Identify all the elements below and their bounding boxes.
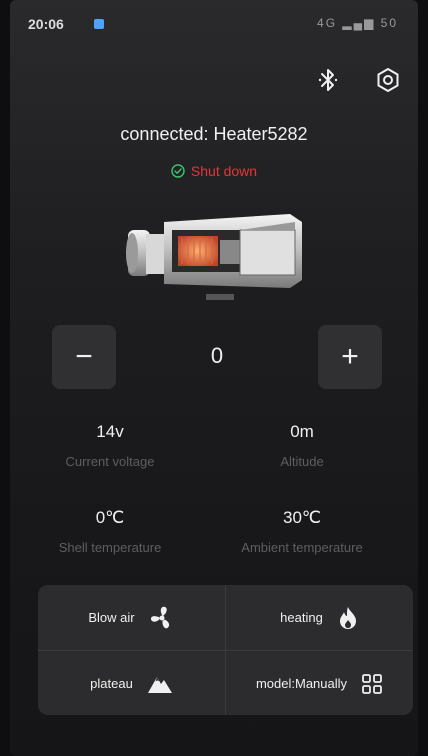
plateau-button[interactable]: plateau	[38, 651, 226, 715]
shell-temp-value: 0℃	[95, 508, 125, 527]
status-bar: 20:06 4G ▂▄▆ 50	[10, 0, 418, 50]
heating-button[interactable]: heating	[226, 585, 413, 651]
app-screen: 20:06 4G ▂▄▆ 50 connected: Heater5282 Sh…	[10, 0, 418, 756]
flame-icon	[339, 606, 356, 629]
ambient-temp-label: Ambient temperature	[241, 540, 363, 555]
voltage-label: Current voltage	[65, 454, 155, 469]
heater-image	[126, 214, 302, 300]
ambient-temp-value: 30℃	[282, 508, 321, 527]
altitude-label: Altitude	[280, 454, 324, 469]
increase-button[interactable]: +	[318, 325, 382, 389]
fan-icon	[150, 606, 169, 628]
settings-button[interactable]	[372, 64, 404, 96]
grid-icon	[362, 673, 382, 694]
model-button[interactable]: model:Manually	[226, 651, 413, 715]
shell-temp-label: Shell temperature	[58, 540, 162, 555]
blow-air-label: Blow air	[88, 610, 135, 625]
header-actions	[312, 64, 404, 96]
voltage-value: 14v	[96, 422, 124, 441]
ambient-temp-stat: 30℃ Ambient temperature	[202, 508, 402, 555]
check-circle-icon	[171, 164, 185, 178]
gear-icon	[377, 68, 399, 92]
device-status: Shut down	[10, 163, 418, 179]
altitude-value: 0m	[290, 422, 314, 441]
heating-label: heating	[280, 610, 323, 625]
bluetooth-icon[interactable]	[312, 64, 344, 96]
plateau-label: plateau	[90, 676, 133, 691]
status-time: 20:06	[28, 16, 64, 32]
power-stepper: − 0 +	[52, 325, 382, 389]
status-indicators: 4G ▂▄▆ 50	[317, 16, 398, 30]
notification-icon	[94, 19, 104, 29]
voltage-stat: 14v Current voltage	[10, 422, 210, 469]
shell-temp-stat: 0℃ Shell temperature	[10, 508, 210, 555]
control-panel: Blow air heating plateau model:Manually	[38, 585, 413, 715]
blow-air-button[interactable]: Blow air	[38, 585, 226, 651]
mountain-icon	[147, 676, 172, 693]
connection-label: connected: Heater5282	[120, 124, 308, 144]
model-label: model:Manually	[255, 676, 348, 691]
status-text: Shut down	[190, 163, 258, 179]
altitude-stat: 0m Altitude	[202, 422, 402, 469]
